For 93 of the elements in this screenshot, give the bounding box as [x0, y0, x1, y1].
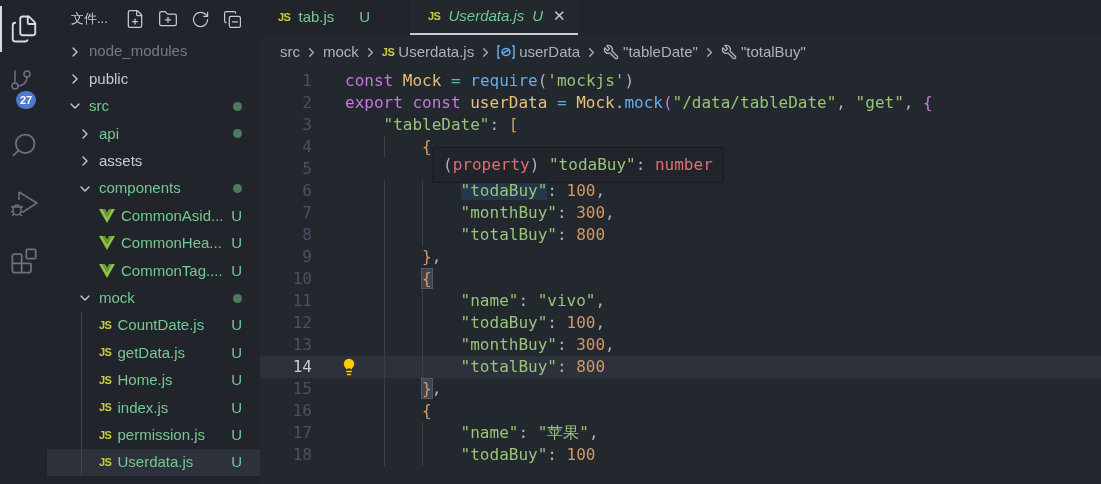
file-name: CountDate.js: [117, 315, 205, 336]
folder-name: src: [89, 96, 109, 117]
code-line: "monthBuy": 300,: [460, 202, 615, 224]
file-item[interactable]: JS Userdata.js U: [47, 448, 260, 477]
js-file-icon: JS: [99, 402, 112, 414]
js-file-icon: JS: [99, 347, 112, 359]
count-badge: 27: [16, 91, 37, 109]
wrench-icon: [603, 44, 620, 60]
folder-name: components: [99, 178, 181, 199]
breadcrumb-item[interactable]: "tableDate": [623, 40, 698, 64]
code-line: },: [422, 246, 442, 268]
git-status: U: [231, 424, 242, 445]
file-item[interactable]: JS permission.js U: [47, 421, 260, 449]
folder-item[interactable]: public: [47, 65, 260, 93]
file-item[interactable]: CommonTag.... U: [47, 257, 260, 285]
line-number: 14: [291, 356, 312, 378]
variable-icon: [497, 45, 516, 59]
folder-item[interactable]: mock: [47, 284, 260, 312]
file-item[interactable]: JS Home.js U: [47, 366, 260, 395]
git-status: U: [231, 233, 242, 254]
folder-item[interactable]: components: [47, 174, 260, 203]
js-file-icon: JS: [428, 11, 441, 22]
git-status: U: [359, 7, 370, 28]
folder-item[interactable]: assets: [47, 147, 260, 175]
file-item[interactable]: CommonHea... U: [47, 229, 260, 258]
panel-title: 文件...: [71, 10, 108, 29]
code-line: "name": "vivo",: [460, 290, 606, 312]
breadcrumb-item[interactable]: "totalBuy": [740, 40, 806, 64]
folder-name: public: [89, 68, 129, 89]
file-name: Home.js: [117, 370, 173, 391]
git-status: U: [231, 342, 242, 363]
code-line: "monthBuy": 300,: [460, 334, 615, 356]
file-item[interactable]: JS index.js U: [47, 394, 260, 422]
js-file-icon: JS: [99, 429, 112, 441]
source-control-icon[interactable]: [8, 68, 33, 92]
breadcrumb-item[interactable]: mock: [323, 40, 359, 64]
close-button[interactable]: ✕: [553, 5, 567, 28]
git-status: U: [231, 315, 242, 336]
folder-name: node_modules: [89, 41, 188, 62]
code-line: },: [422, 378, 442, 400]
code-line: "tableDate": [: [383, 114, 519, 136]
tab-label: Userdata.js: [448, 6, 525, 27]
breadcrumb-item[interactable]: src: [280, 40, 300, 64]
code-line: const Mock = require('mockjs'): [345, 70, 635, 92]
code-line: export const userData = Mock.mock("/data/tableDate", "get", {: [345, 92, 933, 114]
js-file-icon: JS: [381, 46, 395, 58]
folder-name: mock: [99, 287, 135, 308]
git-status: U: [231, 205, 242, 226]
hover-tooltip: (property) "todaBuy": number: [432, 147, 724, 183]
refresh-icon[interactable]: [190, 9, 210, 29]
folder-name: assets: [99, 151, 143, 171]
vue-icon: [99, 263, 115, 278]
file-item[interactable]: JS getData.js U: [47, 339, 260, 367]
git-status: U: [231, 370, 242, 391]
js-file-icon: JS: [99, 457, 112, 469]
file-name: index.js: [117, 397, 169, 418]
extensions-icon[interactable]: [9, 247, 38, 275]
folder-name: api: [99, 123, 120, 144]
file-name: CommonTag....: [121, 260, 223, 281]
breadcrumb-item[interactable]: userData: [519, 40, 581, 64]
git-status: U: [231, 397, 242, 418]
collapse-all-icon[interactable]: [222, 9, 242, 29]
file-name: permission.js: [117, 424, 205, 445]
git-status: U: [231, 452, 242, 473]
vue-icon: [99, 209, 115, 224]
vue-icon: [99, 236, 115, 251]
code-line: {: [422, 400, 432, 422]
editor-tab[interactable]: JS tab.js U: [260, 0, 410, 35]
file-name: Userdata.js: [117, 452, 194, 473]
code-line: "todaBuy": 100: [460, 444, 596, 466]
code-line: "totalBuy": 800: [460, 224, 606, 246]
wrench-icon: [720, 44, 737, 60]
file-name: CommonHea...: [121, 233, 222, 254]
code-line: "totalBuy": 800: [460, 356, 606, 378]
breadcrumb-item[interactable]: Userdata.js: [398, 40, 475, 64]
new-folder-icon[interactable]: [157, 9, 178, 29]
folder-item[interactable]: node_modules: [47, 38, 260, 66]
file-name: getData.js: [117, 342, 185, 363]
code-line: "todaBuy": 100,: [460, 312, 606, 334]
tab-label: tab.js: [298, 7, 335, 28]
code-line: {: [422, 136, 432, 158]
folder-item[interactable]: api: [47, 120, 260, 148]
file-item[interactable]: JS CountDate.js U: [47, 311, 260, 340]
file-name: CommonAsid...: [121, 205, 224, 226]
git-status: U: [231, 260, 242, 281]
code-line: "name": "苹果",: [460, 422, 599, 444]
git-status: U: [532, 6, 544, 27]
js-file-icon: JS: [99, 320, 112, 332]
run-debug-icon[interactable]: [8, 188, 39, 218]
file-item[interactable]: CommonAsid... U: [47, 202, 260, 230]
js-file-icon: JS: [278, 12, 291, 23]
folder-item[interactable]: src: [47, 92, 260, 121]
js-file-icon: JS: [99, 374, 112, 386]
